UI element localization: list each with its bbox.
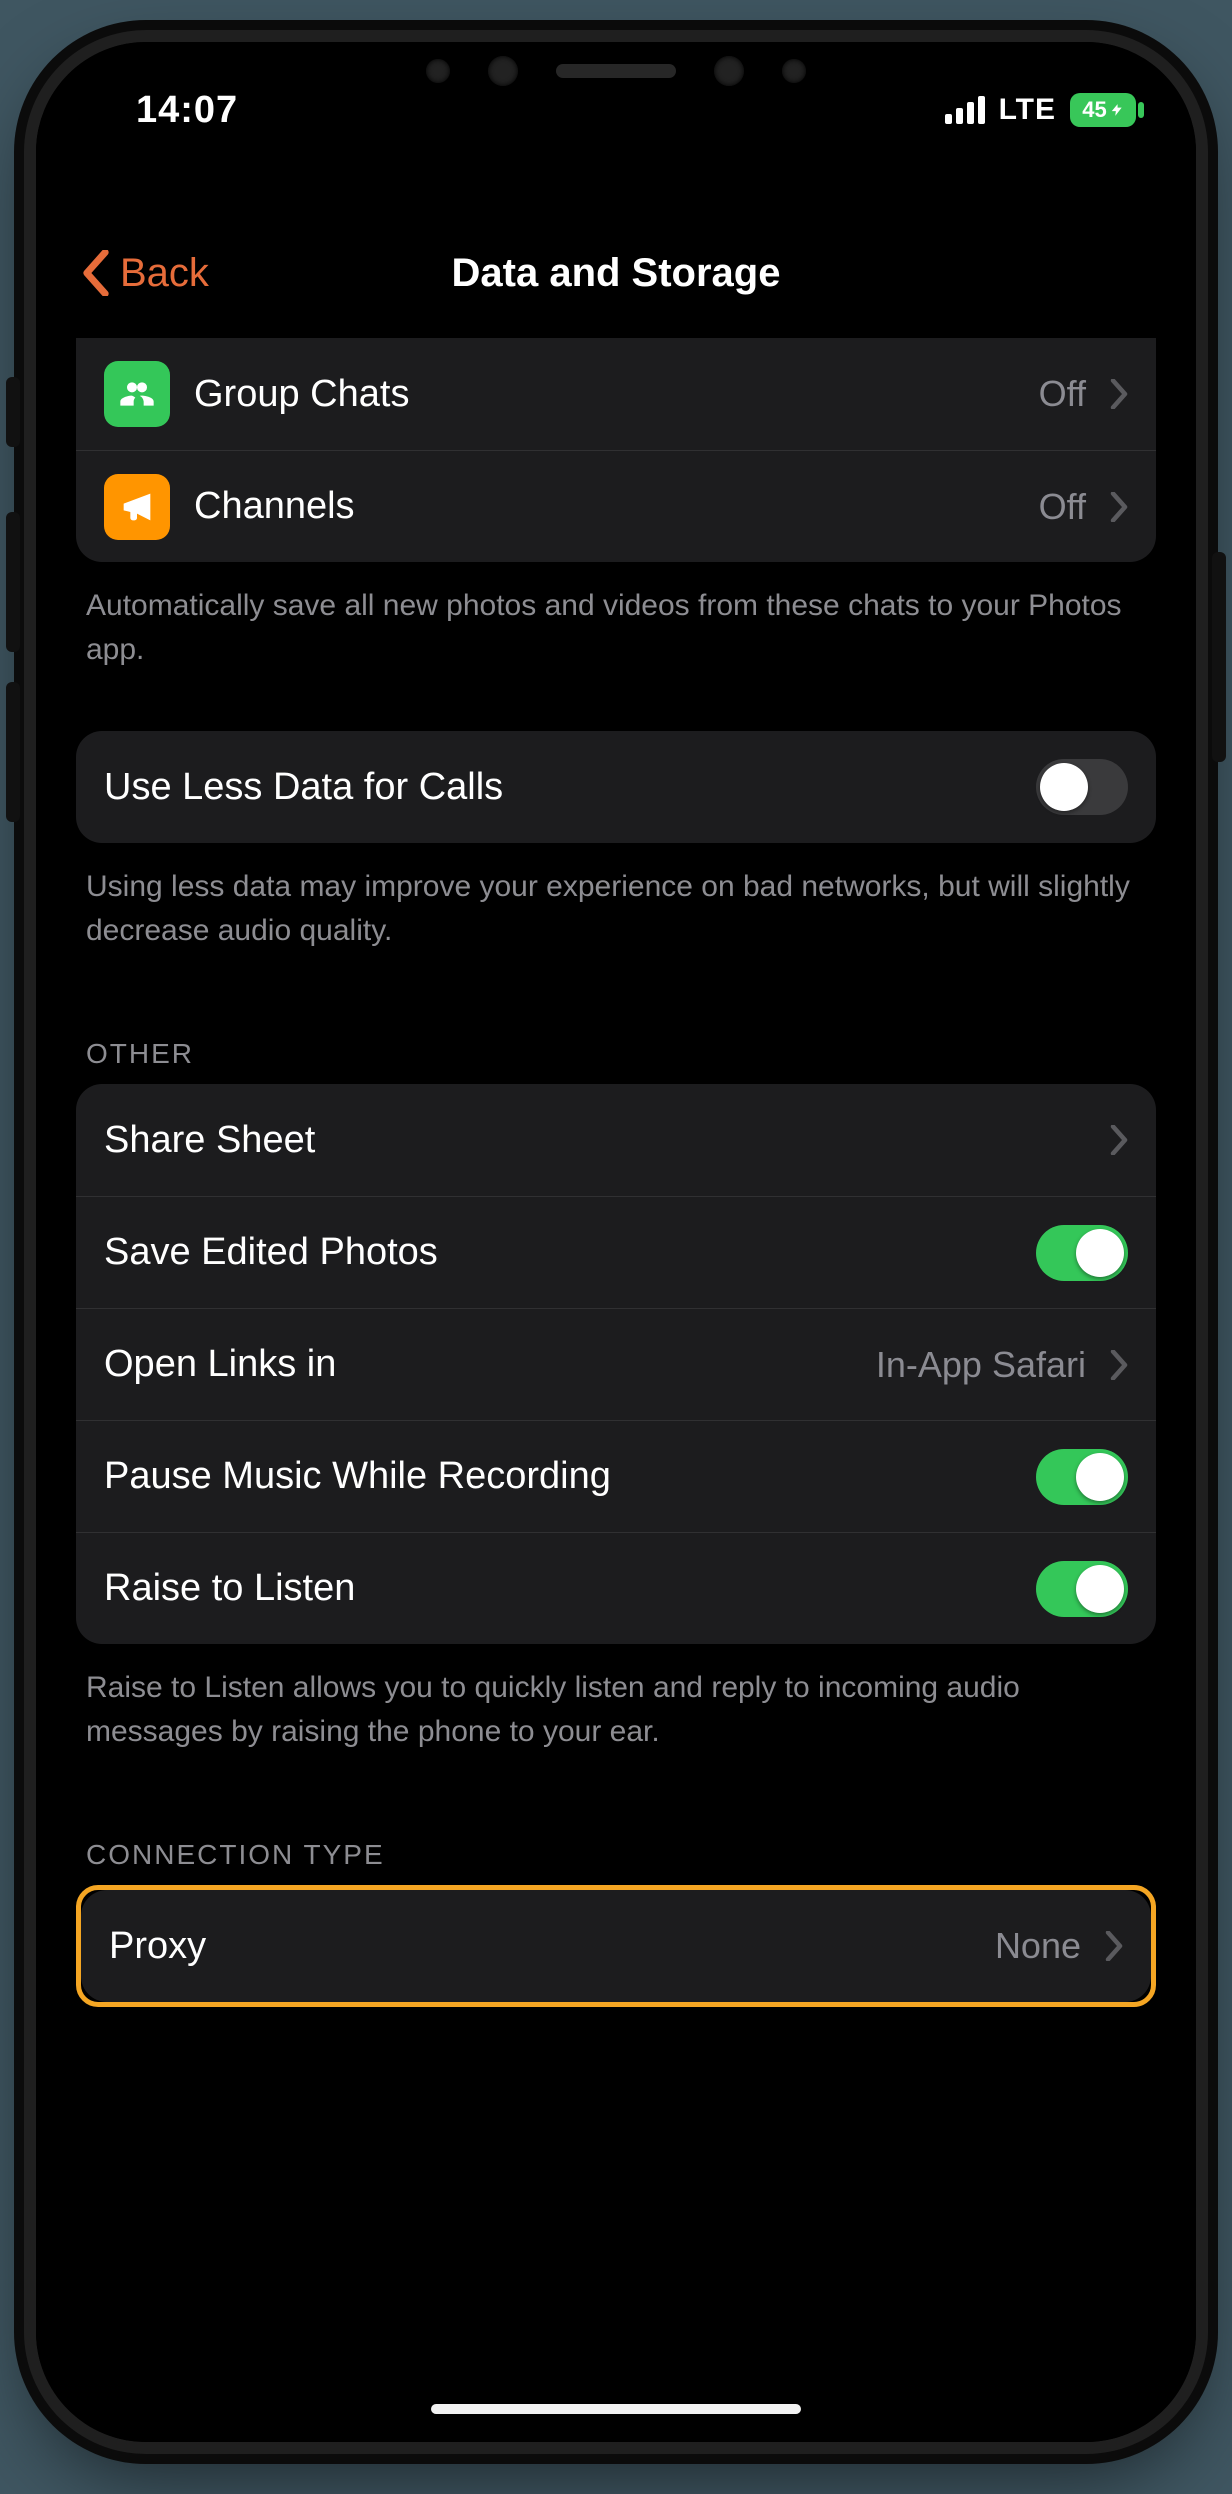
chevron-right-icon xyxy=(1110,1350,1128,1380)
connection-header: CONNECTION TYPE xyxy=(76,1839,1156,1885)
connection-group: Proxy None xyxy=(81,1890,1151,2002)
row-value: Off xyxy=(1039,373,1086,415)
volume-up-button xyxy=(6,512,20,652)
row-label: Channels xyxy=(194,485,1015,528)
volume-down-button xyxy=(6,682,20,822)
highlight-proxy: Proxy None xyxy=(76,1885,1156,2007)
power-button xyxy=(1212,552,1226,762)
row-open-links[interactable]: Open Links in In-App Safari xyxy=(76,1308,1156,1420)
chevron-right-icon xyxy=(1110,492,1128,522)
chevron-left-icon xyxy=(82,250,110,296)
row-value: In-App Safari xyxy=(876,1344,1086,1386)
charging-icon xyxy=(1110,100,1124,120)
home-indicator[interactable] xyxy=(431,2404,801,2414)
chevron-right-icon xyxy=(1110,1125,1128,1155)
row-label: Pause Music While Recording xyxy=(104,1455,1012,1498)
row-label: Share Sheet xyxy=(104,1119,1086,1162)
cellular-signal-icon xyxy=(945,96,985,124)
speaker-icon xyxy=(556,64,676,78)
row-label: Proxy xyxy=(109,1925,971,1968)
row-proxy[interactable]: Proxy None xyxy=(81,1890,1151,2002)
row-share-sheet[interactable]: Share Sheet xyxy=(76,1084,1156,1196)
row-save-edited-photos: Save Edited Photos xyxy=(76,1196,1156,1308)
battery-level: 45 xyxy=(1082,97,1106,123)
toggle-less-data[interactable] xyxy=(1036,759,1128,815)
sensor-icon xyxy=(426,59,450,83)
notch xyxy=(401,42,831,100)
back-button[interactable]: Back xyxy=(82,250,209,296)
row-label: Group Chats xyxy=(194,373,1015,416)
row-label: Use Less Data for Calls xyxy=(104,766,1012,809)
network-label: LTE xyxy=(999,93,1056,127)
mute-switch xyxy=(6,377,20,447)
row-channels[interactable]: Channels Off xyxy=(76,450,1156,562)
row-label: Open Links in xyxy=(104,1343,852,1386)
toggle-raise-to-listen[interactable] xyxy=(1036,1561,1128,1617)
calls-group: Use Less Data for Calls xyxy=(76,731,1156,843)
channels-icon xyxy=(104,474,170,540)
back-label: Back xyxy=(120,251,209,296)
row-raise-to-listen: Raise to Listen xyxy=(76,1532,1156,1644)
camera-icon xyxy=(714,56,744,86)
row-value: None xyxy=(995,1925,1081,1967)
row-label: Raise to Listen xyxy=(104,1567,1012,1610)
toggle-save-edited-photos[interactable] xyxy=(1036,1225,1128,1281)
autosave-footer: Automatically save all new photos and vi… xyxy=(76,562,1156,671)
chevron-right-icon xyxy=(1105,1931,1123,1961)
other-group: Share Sheet Save Edited Photos Open Link… xyxy=(76,1084,1156,1644)
toggle-pause-music[interactable] xyxy=(1036,1449,1128,1505)
phone-frame: 14:07 LTE 45 Back Dat xyxy=(36,42,1196,2442)
screen: 14:07 LTE 45 Back Dat xyxy=(36,42,1196,2442)
row-less-data: Use Less Data for Calls xyxy=(76,731,1156,843)
row-pause-music: Pause Music While Recording xyxy=(76,1420,1156,1532)
sensor-icon xyxy=(782,59,806,83)
row-group-chats[interactable]: Group Chats Off xyxy=(76,338,1156,450)
status-time: 14:07 xyxy=(136,77,238,132)
other-header: OTHER xyxy=(76,1038,1156,1084)
content: Group Chats Off Channels Off Automatical… xyxy=(36,338,1196,2442)
calls-footer: Using less data may improve your experie… xyxy=(76,843,1156,952)
row-label: Save Edited Photos xyxy=(104,1231,1012,1274)
battery-indicator: 45 xyxy=(1070,93,1136,127)
group-chats-icon xyxy=(104,361,170,427)
other-footer: Raise to Listen allows you to quickly li… xyxy=(76,1644,1156,1753)
autosave-group: Group Chats Off Channels Off xyxy=(76,338,1156,562)
camera-icon xyxy=(488,56,518,86)
chevron-right-icon xyxy=(1110,379,1128,409)
page-title: Data and Storage xyxy=(452,251,781,296)
row-value: Off xyxy=(1039,486,1086,528)
nav-bar: Back Data and Storage xyxy=(36,230,1196,316)
